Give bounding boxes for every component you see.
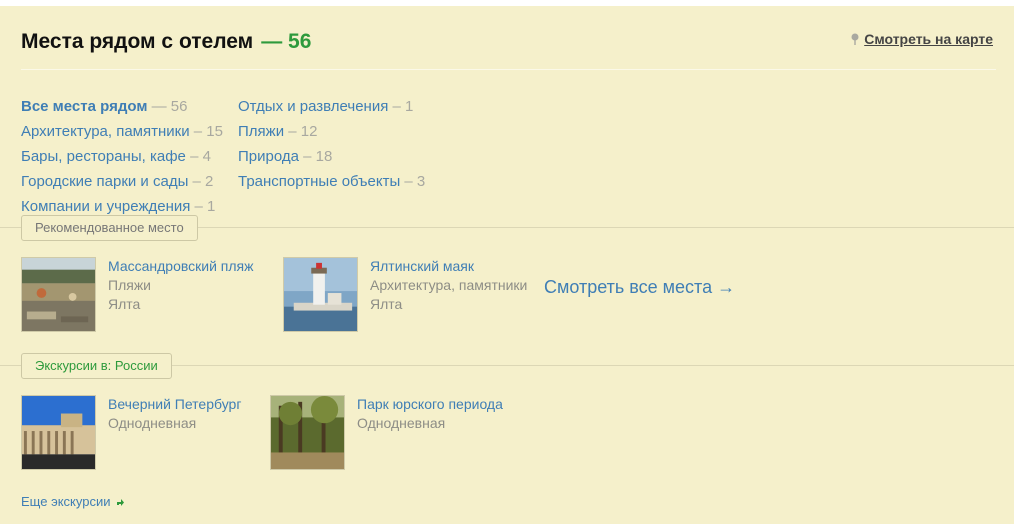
category-column-1: Все места рядом — 56 Архитектура, памятн… xyxy=(21,94,223,219)
more-excursions-label: Еще экскурсии xyxy=(21,494,111,509)
category-leisure[interactable]: Отдых и развлечения – 1 xyxy=(238,94,425,119)
place-city: Ялта xyxy=(370,296,403,312)
excursion-duration: Однодневная xyxy=(108,415,197,431)
category-nature[interactable]: Природа – 18 xyxy=(238,144,425,169)
view-on-map-link[interactable]: Смотреть на карте xyxy=(851,31,993,47)
place-category: Архитектура, памятники xyxy=(370,277,528,293)
place-city: Ялта xyxy=(108,296,141,312)
excursions-tag: Экскурсии в: России xyxy=(21,353,172,379)
recommended-tag: Рекомендованное место xyxy=(21,215,198,241)
excursion-name[interactable]: Парк юрского периода xyxy=(357,395,503,414)
place-item[interactable]: Массандровский пляж Пляжи Ялта xyxy=(21,257,254,332)
category-transport[interactable]: Транспортные объекты – 3 xyxy=(238,169,425,194)
title-text: Места рядом с отелем xyxy=(21,30,254,53)
place-name[interactable]: Массандровский пляж xyxy=(108,257,254,276)
category-architecture[interactable]: Архитектура, памятники – 15 xyxy=(21,119,223,144)
category-parks[interactable]: Городские парки и сады – 2 xyxy=(21,169,223,194)
header-divider xyxy=(21,69,996,70)
lighthouse-thumbnail[interactable] xyxy=(283,257,358,332)
arrow-icon xyxy=(117,498,125,506)
see-all-places-link[interactable]: Смотреть все места → xyxy=(544,277,735,298)
place-name[interactable]: Ялтинский маяк xyxy=(370,257,527,276)
beach-thumbnail[interactable] xyxy=(21,257,96,332)
nearby-places-panel: Места рядом с отелем — 56 Смотреть на кар… xyxy=(0,6,1014,524)
place-item[interactable]: Ялтинский маяк Архитектура, памятники Ял… xyxy=(283,257,527,332)
map-pin-icon xyxy=(851,33,859,45)
view-on-map-label: Смотреть на карте xyxy=(864,31,993,47)
excursion-item[interactable]: Вечерний Петербург Однодневная xyxy=(21,395,241,470)
category-all[interactable]: Все места рядом — 56 xyxy=(21,94,223,119)
category-column-2: Отдых и развлечения – 1 Пляжи – 12 Приро… xyxy=(238,94,425,194)
jurassic-park-thumbnail[interactable] xyxy=(270,395,345,470)
title-count: — 56 xyxy=(261,30,312,53)
place-category: Пляжи xyxy=(108,277,151,293)
excursion-item[interactable]: Парк юрского периода Однодневная xyxy=(270,395,503,470)
section-title: Места рядом с отелем — 56 xyxy=(21,30,311,54)
petersburg-thumbnail[interactable] xyxy=(21,395,96,470)
category-beaches[interactable]: Пляжи – 12 xyxy=(238,119,425,144)
category-bars[interactable]: Бары, рестораны, кафе – 4 xyxy=(21,144,223,169)
more-excursions-link[interactable]: Еще экскурсии xyxy=(21,494,125,509)
excursion-duration: Однодневная xyxy=(357,415,446,431)
excursion-name[interactable]: Вечерний Петербург xyxy=(108,395,241,414)
